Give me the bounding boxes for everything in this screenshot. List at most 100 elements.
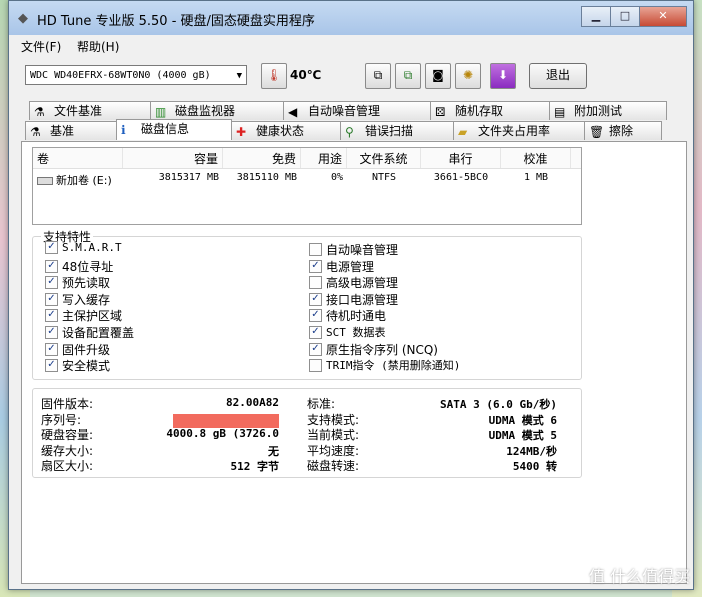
- info-label: 当前模式:: [307, 428, 360, 442]
- checkbox-unchecked[interactable]: [309, 243, 322, 256]
- feature-label: 安全模式: [62, 359, 111, 374]
- tab-folder-usage[interactable]: ▰ 文件夹占用率: [453, 121, 585, 140]
- column-header[interactable]: 串行: [421, 148, 501, 168]
- options-icon[interactable]: ✺: [455, 63, 481, 89]
- tab-label: 磁盘信息: [141, 122, 190, 136]
- exit-button[interactable]: 退出: [529, 63, 587, 89]
- thermometer-icon[interactable]: 🌡: [261, 63, 287, 89]
- tab-label: 随机存取: [455, 104, 504, 118]
- copy-text-icon[interactable]: ⧉: [395, 63, 421, 89]
- tab-file-benchmark[interactable]: ⚗ 文件基准: [29, 101, 151, 120]
- table-row[interactable]: 新加卷 (E:) 3815317 MB 3815110 MB 0% NTFS 3…: [33, 169, 581, 189]
- tab-label: 磁盘监视器: [175, 104, 236, 118]
- checkbox-checked[interactable]: ✓: [309, 309, 322, 323]
- checkbox-checked[interactable]: ✓: [309, 292, 322, 306]
- menu-file[interactable]: 文件(F): [21, 38, 61, 55]
- checkbox-checked[interactable]: ✓: [309, 325, 322, 339]
- drive-select[interactable]: WDC WD40EFRX-68WT0N0 (4000 gB) ▼: [25, 65, 247, 85]
- checkbox-checked[interactable]: ✓: [45, 342, 58, 356]
- info-label: 硬盘容量:: [41, 428, 94, 442]
- column-header[interactable]: 校准: [501, 148, 571, 168]
- camera-icon[interactable]: ◙: [425, 63, 451, 89]
- feature-label: 接口电源管理: [326, 292, 399, 307]
- info-label: 支持模式:: [307, 412, 360, 427]
- checkbox-checked[interactable]: ✓: [45, 326, 58, 339]
- column-header[interactable]: 免费: [223, 148, 301, 168]
- checkbox-checked[interactable]: ✓: [45, 359, 58, 373]
- checkbox-checked[interactable]: ✓: [45, 259, 58, 273]
- volume-alignment: 1 MB: [523, 172, 549, 183]
- feature-left-0[interactable]: ✓ S.M.A.R.T: [45, 241, 122, 254]
- tab-label: 附加测试: [574, 104, 623, 118]
- tab-error-scan[interactable]: ⚲ 错误扫描: [340, 121, 454, 140]
- app-icon: ◆: [18, 11, 28, 26]
- checkbox-checked[interactable]: ✓: [45, 292, 58, 306]
- info-label: 磁盘转速:: [307, 459, 360, 473]
- checkbox-checked[interactable]: ✓: [309, 342, 322, 356]
- save-arrow-icon[interactable]: ⬇: [490, 63, 516, 89]
- column-header[interactable]: 卷: [33, 148, 123, 168]
- folder-icon: ▰: [458, 125, 468, 139]
- info-icon: ℹ: [121, 123, 126, 137]
- info-label: 扇区大小:: [41, 459, 94, 473]
- tab-erase[interactable]: 🗑 擦除: [584, 121, 662, 140]
- feature-right-7[interactable]: TRIM指令 (禁用删除通知): [309, 357, 460, 373]
- tab-benchmark[interactable]: ⚗ 基准: [25, 121, 117, 140]
- feature-right-1[interactable]: ✓ 电源管理: [309, 258, 374, 275]
- checkbox-checked[interactable]: ✓: [45, 309, 58, 323]
- app-window: ◆ HD Tune 专业版 5.50 - 硬盘/固态硬盘实用程序 ▁ □ ✕ 文…: [8, 0, 694, 590]
- feature-left-3[interactable]: ✓ 写入缓存: [45, 291, 110, 308]
- checkbox-unchecked[interactable]: [309, 358, 322, 372]
- feature-right-3[interactable]: ✓ 接口电源管理: [309, 291, 398, 308]
- volume-capacity: 3815317 MB: [158, 172, 219, 183]
- tab-disk-info[interactable]: ℹ 磁盘信息: [116, 119, 232, 140]
- column-header[interactable]: 容量: [123, 148, 223, 168]
- info-label: 缓存大小:: [41, 443, 94, 458]
- maximize-button[interactable]: □: [610, 6, 640, 27]
- feature-left-5[interactable]: ✓ 设备配置覆盖: [45, 324, 134, 341]
- feature-right-0[interactable]: 自动噪音管理: [309, 241, 398, 258]
- feature-left-7[interactable]: ✓ 安全模式: [45, 357, 110, 374]
- tab-label: 健康状态: [256, 124, 305, 138]
- feature-right-5[interactable]: ✓ SCT 数据表: [309, 324, 386, 340]
- checkbox-unchecked[interactable]: [309, 276, 322, 290]
- checkbox-checked[interactable]: ✓: [309, 259, 322, 273]
- volume-usage: 0%: [330, 172, 343, 183]
- info-value: 124MB/秒: [506, 444, 557, 458]
- feature-label: 写入缓存: [62, 292, 111, 307]
- close-button[interactable]: ✕: [639, 6, 687, 27]
- checkbox-checked[interactable]: ✓: [45, 276, 58, 290]
- minimize-button[interactable]: ▁: [581, 6, 611, 27]
- feature-left-4[interactable]: ✓ 主保护区域: [45, 307, 122, 324]
- tab-extra-tests[interactable]: ▤ 附加测试: [549, 101, 667, 120]
- feature-left-1[interactable]: ✓ 48位寻址: [45, 258, 113, 275]
- title-bar[interactable]: ◆ HD Tune 专业版 5.50 - 硬盘/固态硬盘实用程序 ▁ □ ✕: [9, 1, 693, 35]
- feature-left-6[interactable]: ✓ 固件升级: [45, 341, 110, 358]
- column-header[interactable]: 文件系统: [347, 148, 421, 168]
- magnifier-icon: ⚲: [345, 125, 354, 139]
- menu-help[interactable]: 帮助(H): [77, 38, 119, 55]
- feature-left-2[interactable]: ✓ 预先读取: [45, 274, 110, 291]
- info-value: 无: [268, 444, 279, 458]
- checkbox-checked[interactable]: ✓: [45, 241, 58, 254]
- drive-info-group: 固件版本: 82.00A82 序列号: 硬盘容量: 4000.8 gB (3726.0 缓…: [32, 388, 582, 478]
- disk-info-panel: 卷 容量 免费 用途 文件系统 串行 校准 新加卷 (E:) 3815317 M…: [21, 141, 687, 584]
- dice-icon: ⚄: [435, 105, 446, 119]
- column-header[interactable]: 用途: [301, 148, 347, 168]
- tab-health[interactable]: ✚ 健康状态: [231, 121, 341, 140]
- volume-free: 3815110 MB: [236, 172, 297, 183]
- info-label: 序列号:: [41, 412, 82, 427]
- tab-aam[interactable]: ◀ 自动噪音管理: [283, 101, 431, 120]
- feature-right-4[interactable]: ✓ 待机时通电: [309, 307, 386, 324]
- info-label: 标准:: [307, 397, 336, 411]
- feature-right-6[interactable]: ✓ 原生指令序列 (NCQ): [309, 341, 438, 358]
- tabs-bottom-row: ⚗ 基准 ℹ 磁盘信息 ✚ 健康状态 ⚲ 错误扫描 ▰ 文件夹占用率 🗑 擦除: [25, 119, 662, 140]
- info-value: SATA 3 (6.0 Gb/秒): [440, 398, 557, 411]
- tab-disk-monitor[interactable]: ▥ 磁盘监视器: [150, 101, 284, 120]
- info-label: 固件版本:: [41, 397, 94, 411]
- feature-label: 设备配置覆盖: [62, 326, 135, 340]
- feature-right-2[interactable]: 高级电源管理: [309, 274, 398, 291]
- trash-icon: 🗑: [589, 125, 605, 139]
- copy-info-icon[interactable]: ⧉: [365, 63, 391, 89]
- tab-random-access[interactable]: ⚄ 随机存取: [430, 101, 550, 120]
